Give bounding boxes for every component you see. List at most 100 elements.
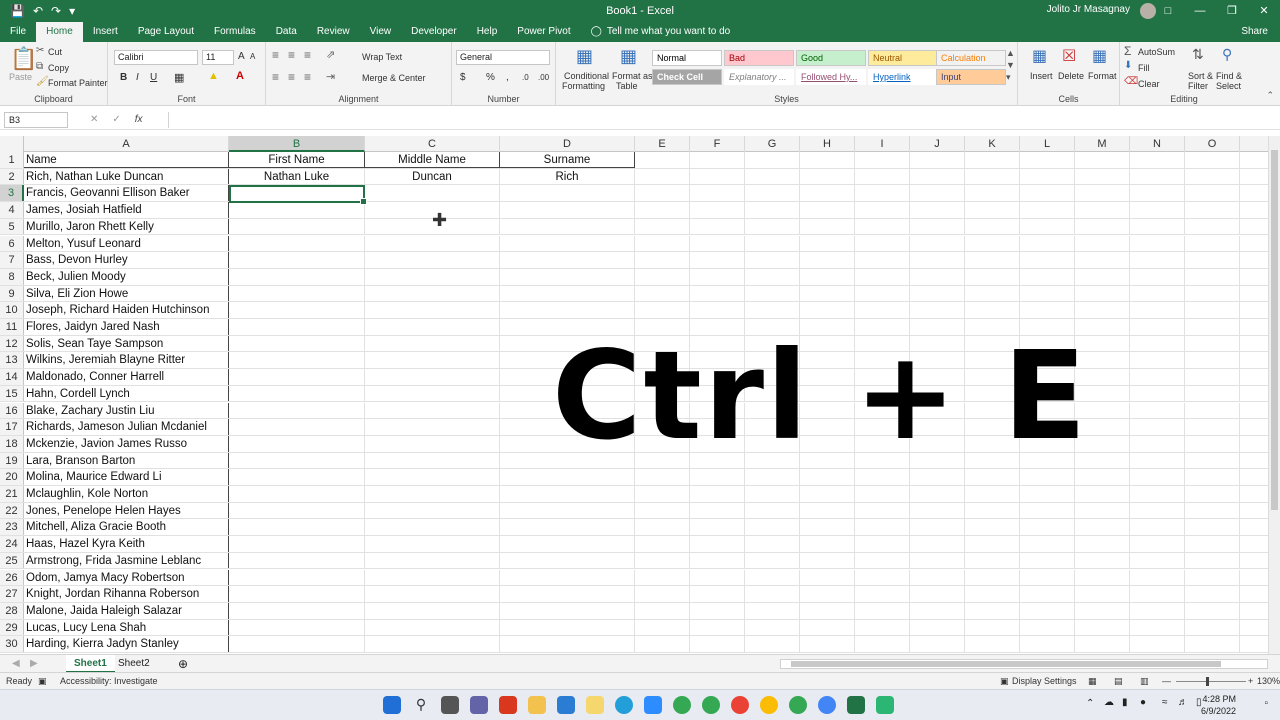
row-header[interactable]: 12 (0, 335, 24, 352)
cell-j5[interactable] (910, 218, 965, 235)
cell-a3[interactable]: Francis, Geovanni Ellison Baker (24, 185, 229, 202)
column-header-g[interactable]: G (745, 136, 800, 152)
cell-a20[interactable]: Molina, Maurice Edward Li (24, 469, 229, 485)
cell-c9[interactable] (365, 285, 500, 302)
row-header[interactable]: 18 (0, 435, 24, 452)
row-header[interactable]: 10 (0, 302, 24, 318)
decrease-decimal-icon[interactable]: .00 (538, 73, 549, 82)
cell-i28[interactable] (855, 602, 910, 619)
restore-icon[interactable]: ❐ (1216, 0, 1248, 22)
cell-n6[interactable] (1130, 235, 1185, 252)
percent-icon[interactable]: % (486, 72, 495, 83)
row-header[interactable]: 17 (0, 419, 24, 435)
cell-g6[interactable] (745, 235, 800, 252)
cell-g10[interactable] (745, 302, 800, 318)
find-select-label-2[interactable]: Select (1216, 81, 1241, 91)
next-sheet-icon[interactable]: ▶ (22, 655, 46, 673)
cell-k22[interactable] (965, 502, 1020, 519)
cell-l8[interactable] (1020, 268, 1075, 285)
fill-color-icon[interactable]: ▲ (208, 70, 219, 82)
cell-l21[interactable] (1020, 486, 1075, 502)
fill-icon[interactable]: ⬇ (1124, 60, 1132, 71)
cell-l7[interactable] (1020, 252, 1075, 268)
cell-b7[interactable] (229, 252, 365, 268)
column-header-o[interactable]: O (1185, 136, 1240, 152)
cell-d5[interactable] (500, 218, 635, 235)
cell-d30[interactable] (500, 636, 635, 652)
cell-d10[interactable] (500, 302, 635, 318)
cell-a19[interactable]: Lara, Branson Barton (24, 452, 229, 469)
font-name-select[interactable]: Calibri (114, 50, 198, 65)
file-explorer-icon[interactable] (528, 696, 546, 714)
cell-o6[interactable] (1185, 235, 1240, 252)
cell-h1[interactable] (800, 152, 855, 168)
cell-h27[interactable] (800, 586, 855, 602)
cell-e3[interactable] (635, 185, 690, 202)
search-icon[interactable]: ⚲ (412, 696, 430, 714)
cell-n7[interactable] (1130, 252, 1185, 268)
cell-l22[interactable] (1020, 502, 1075, 519)
notepad-icon[interactable] (557, 696, 575, 714)
add-sheet-icon[interactable]: ⊕ (170, 655, 196, 673)
cell-h28[interactable] (800, 602, 855, 619)
cell-d8[interactable] (500, 268, 635, 285)
cell-d25[interactable] (500, 552, 635, 569)
tab-view[interactable]: View (360, 22, 402, 42)
cell-g29[interactable] (745, 619, 800, 636)
cell-o23[interactable] (1185, 519, 1240, 536)
italic-icon[interactable]: I (136, 72, 139, 83)
row-header[interactable]: 5 (0, 218, 24, 235)
cell-i26[interactable] (855, 569, 910, 586)
cell-n11[interactable] (1130, 319, 1185, 335)
cell-n24[interactable] (1130, 536, 1185, 552)
format-as-table-icon[interactable]: ▦ (620, 46, 637, 67)
increase-font-icon[interactable]: A (238, 51, 245, 62)
cell-b27[interactable] (229, 586, 365, 602)
share-button[interactable]: Share (1241, 22, 1268, 42)
cell-a12[interactable]: Solis, Sean Taye Sampson (24, 335, 229, 352)
cell-o21[interactable] (1185, 486, 1240, 502)
cell-d24[interactable] (500, 536, 635, 552)
cell-g9[interactable] (745, 285, 800, 302)
page-layout-view-icon[interactable]: ▤ (1114, 673, 1123, 689)
cell-o25[interactable] (1185, 552, 1240, 569)
cell-e20[interactable] (635, 469, 690, 485)
tab-formulas[interactable]: Formulas (204, 22, 266, 42)
tab-power-pivot[interactable]: Power Pivot (507, 22, 580, 42)
cell-m5[interactable] (1075, 218, 1130, 235)
insert-cells-button[interactable]: Insert (1030, 71, 1053, 81)
cell-e30[interactable] (635, 636, 690, 652)
cell-c20[interactable] (365, 469, 500, 485)
cell-c19[interactable] (365, 452, 500, 469)
cell-a21[interactable]: Mclaughlin, Kole Norton (24, 486, 229, 502)
start-icon[interactable] (383, 696, 401, 714)
cell-f7[interactable] (690, 252, 745, 268)
cell-h24[interactable] (800, 536, 855, 552)
cell-i4[interactable] (855, 202, 910, 218)
cell-j30[interactable] (910, 636, 965, 652)
format-painter-icon[interactable]: 🖌 (36, 76, 49, 87)
cell-f4[interactable] (690, 202, 745, 218)
cell-k9[interactable] (965, 285, 1020, 302)
cell-g28[interactable] (745, 602, 800, 619)
cell-m27[interactable] (1075, 586, 1130, 602)
tab-insert[interactable]: Insert (83, 22, 128, 42)
cell-f28[interactable] (690, 602, 745, 619)
cell-n5[interactable] (1130, 218, 1185, 235)
cell-d1[interactable]: Surname (500, 152, 635, 168)
cell-i25[interactable] (855, 552, 910, 569)
active-cell-outline[interactable] (229, 185, 367, 205)
cell-o20[interactable] (1185, 469, 1240, 485)
cell-e5[interactable] (635, 218, 690, 235)
cell-j25[interactable] (910, 552, 965, 569)
cell-a6[interactable]: Melton, Yusuf Leonard (24, 235, 229, 252)
cell-h29[interactable] (800, 619, 855, 636)
cell-g21[interactable] (745, 486, 800, 502)
cell-e26[interactable] (635, 569, 690, 586)
tab-data[interactable]: Data (266, 22, 307, 42)
task-view-icon[interactable] (441, 696, 459, 714)
cell-b2[interactable]: Nathan Luke (229, 168, 365, 185)
chrome-icon-4[interactable] (760, 696, 778, 714)
cell-n2[interactable] (1130, 168, 1185, 185)
cell-o2[interactable] (1185, 168, 1240, 185)
